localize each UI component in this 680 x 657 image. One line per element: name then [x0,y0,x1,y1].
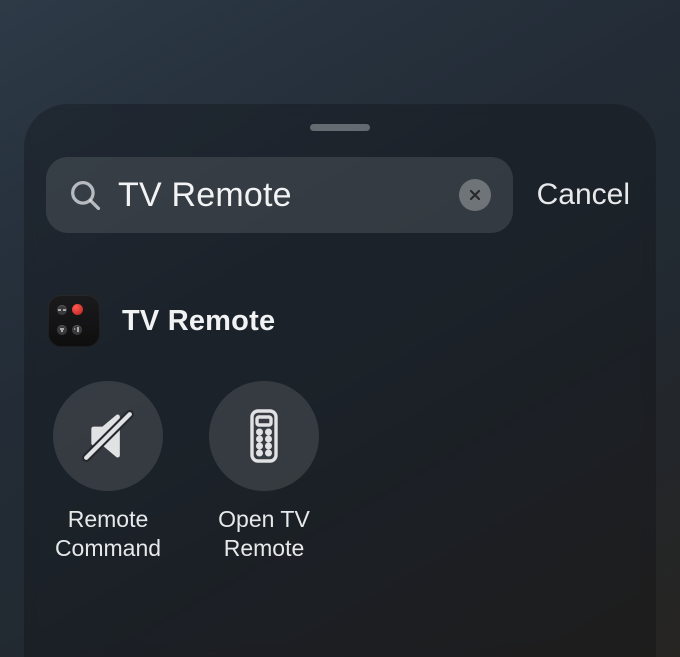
action-label: Open TV Remote [218,505,310,564]
action-open-tv-remote[interactable]: Open TV Remote [204,381,324,564]
result-app-name: TV Remote [122,305,275,338]
action-circle [53,381,163,491]
sheet-grabber[interactable] [310,124,370,131]
remote-icon [238,408,290,464]
search-icon [68,178,102,212]
tv-remote-app-icon [48,295,100,347]
clear-search-button[interactable] [459,179,491,211]
search-row: TV Remote Cancel [46,157,634,233]
result-header[interactable]: TV Remote [46,295,634,347]
action-label: Remote Command [55,505,161,564]
search-sheet: TV Remote Cancel TV Remote [24,104,656,657]
screen-backdrop: TV Remote Cancel TV Remote [0,0,680,657]
action-remote-command[interactable]: Remote Command [48,381,168,564]
close-icon [467,187,483,203]
search-input[interactable]: TV Remote [118,176,443,215]
cancel-button[interactable]: Cancel [537,178,634,212]
actions-row: Remote Command [46,381,634,564]
speaker-mute-icon [79,407,137,465]
search-field[interactable]: TV Remote [46,157,513,233]
action-circle [209,381,319,491]
